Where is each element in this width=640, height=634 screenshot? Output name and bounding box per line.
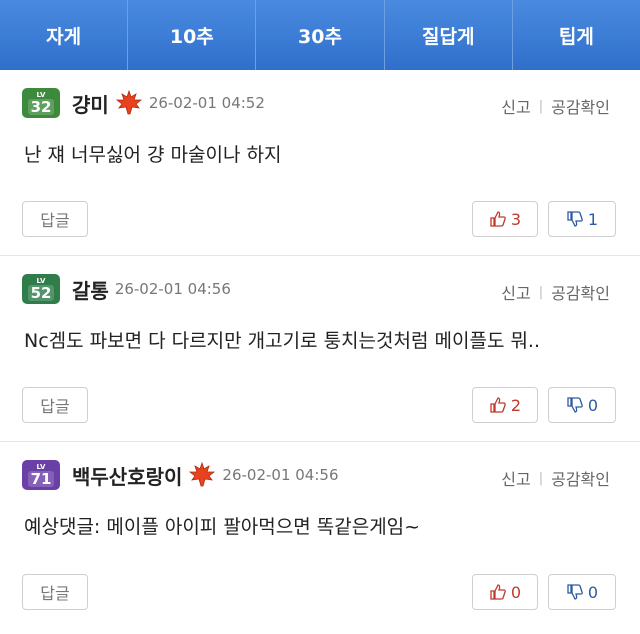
comment-body: 난 쟤 너무싫어 걍 마술이나 하지 <box>24 144 282 166</box>
reply-button[interactable]: 답글 <box>22 201 88 237</box>
level-number: 52 <box>27 285 55 301</box>
thumbs-down-icon <box>567 397 583 413</box>
like-count: 0 <box>510 582 522 602</box>
like-button[interactable]: 2 <box>472 387 538 423</box>
report-link[interactable]: 신고 <box>501 466 530 490</box>
maple-leaf-icon <box>115 89 142 115</box>
comment-body: Nc겜도 파보면 다 다르지만 개고기로 퉁치는것처럼 메이플도 뭐.. <box>24 330 541 352</box>
level-number: 71 <box>27 471 55 487</box>
tab-free-board[interactable]: 자게 <box>0 0 129 70</box>
like-button[interactable]: 0 <box>472 574 538 610</box>
check-likes-link[interactable]: 공감확인 <box>551 94 610 118</box>
thumbs-up-icon <box>490 397 506 413</box>
comment-item: LV 32 걍미 26-02-01 04:52 신고 | 공감확인 난 쟤 너무… <box>0 70 640 256</box>
comment-header: LV 52 갈통 26-02-01 04:56 <box>22 272 231 306</box>
tab-tip-board[interactable]: 팁게 <box>513 0 640 70</box>
board-tab-bar: 자게 10추 30추 질답게 팁게 <box>0 0 640 70</box>
dislike-button[interactable]: 0 <box>548 387 616 423</box>
tab-30-recommend[interactable]: 30추 <box>256 0 385 70</box>
comment-body: 예상댓글: 메이플 아이피 팔아먹으면 똑같은게임~ <box>24 516 421 538</box>
like-count: 2 <box>510 395 522 415</box>
like-button[interactable]: 3 <box>472 201 538 237</box>
thumbs-down-icon <box>567 584 583 600</box>
tab-10-recommend[interactable]: 10추 <box>128 0 257 70</box>
author-nickname[interactable]: 백두산호랑이 <box>72 461 182 490</box>
comment-timestamp: 26-02-01 04:52 <box>148 94 265 112</box>
comment-actions: 신고 | 공감확인 <box>501 280 610 304</box>
dislike-count: 1 <box>587 209 599 229</box>
comment-item: LV 71 백두산호랑이 26-02-01 04:56 신고 | 공감확인 예상… <box>0 442 640 628</box>
comment-timestamp: 26-02-01 04:56 <box>222 466 339 484</box>
reply-button[interactable]: 답글 <box>22 387 88 423</box>
dislike-button[interactable]: 1 <box>548 201 616 237</box>
like-count: 3 <box>510 209 522 229</box>
comment-list: LV 32 걍미 26-02-01 04:52 신고 | 공감확인 난 쟤 너무… <box>0 70 640 628</box>
comment-header: LV 32 걍미 26-02-01 04:52 <box>22 86 265 120</box>
thumbs-up-icon <box>490 584 506 600</box>
level-number: 32 <box>27 99 55 115</box>
dislike-count: 0 <box>587 582 599 602</box>
separator: | <box>538 470 544 486</box>
author-nickname[interactable]: 갈통 <box>72 275 109 304</box>
comment-header: LV 71 백두산호랑이 26-02-01 04:56 <box>22 458 339 492</box>
dislike-count: 0 <box>587 395 599 415</box>
comment-item: LV 52 갈통 26-02-01 04:56 신고 | 공감확인 Nc겜도 파… <box>0 256 640 442</box>
tab-qna-board[interactable]: 질답게 <box>385 0 513 70</box>
comment-timestamp: 26-02-01 04:56 <box>114 280 231 298</box>
check-likes-link[interactable]: 공감확인 <box>551 280 610 304</box>
comment-actions: 신고 | 공감확인 <box>501 466 610 490</box>
comment-actions: 신고 | 공감확인 <box>501 94 610 118</box>
thumbs-down-icon <box>567 211 583 227</box>
separator: | <box>538 98 544 114</box>
dislike-button[interactable]: 0 <box>548 574 616 610</box>
report-link[interactable]: 신고 <box>501 94 530 118</box>
thumbs-up-icon <box>490 211 506 227</box>
level-badge: LV 32 <box>22 88 60 118</box>
author-nickname[interactable]: 걍미 <box>72 89 109 118</box>
level-badge: LV 71 <box>22 460 60 490</box>
check-likes-link[interactable]: 공감확인 <box>551 466 610 490</box>
maple-leaf-icon <box>189 461 216 487</box>
level-badge: LV 52 <box>22 274 60 304</box>
report-link[interactable]: 신고 <box>501 280 530 304</box>
reply-button[interactable]: 답글 <box>22 574 88 610</box>
separator: | <box>538 284 544 300</box>
